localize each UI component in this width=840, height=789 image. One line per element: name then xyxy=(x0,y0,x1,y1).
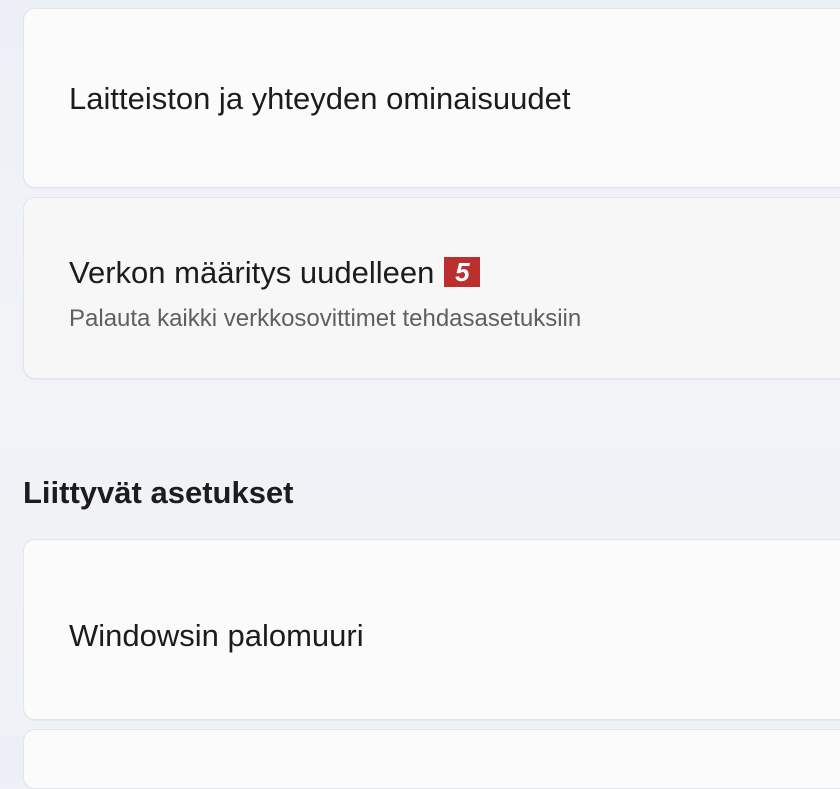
windows-firewall-label: Windowsin palomuuri xyxy=(69,618,364,653)
network-reset-label: Verkon määritys uudelleen xyxy=(69,255,435,290)
annotation-badge: 5 xyxy=(444,257,481,287)
related-settings-heading: Liittyvät asetukset xyxy=(23,475,294,510)
next-card-partial[interactable] xyxy=(23,729,840,789)
hardware-connection-properties-card[interactable]: Laitteiston ja yhteyden ominaisuudet xyxy=(23,8,840,188)
hardware-connection-properties-label: Laitteiston ja yhteyden ominaisuudet xyxy=(69,81,571,116)
network-reset-description: Palauta kaikki verkkosovittimet tehdasas… xyxy=(69,305,582,332)
network-reset-label-row: Verkon määritys uudelleen 5 xyxy=(69,255,481,291)
windows-firewall-card[interactable]: Windowsin palomuuri xyxy=(23,539,840,720)
network-reset-card[interactable]: Verkon määritys uudelleen 5 Palauta kaikk… xyxy=(23,197,840,379)
